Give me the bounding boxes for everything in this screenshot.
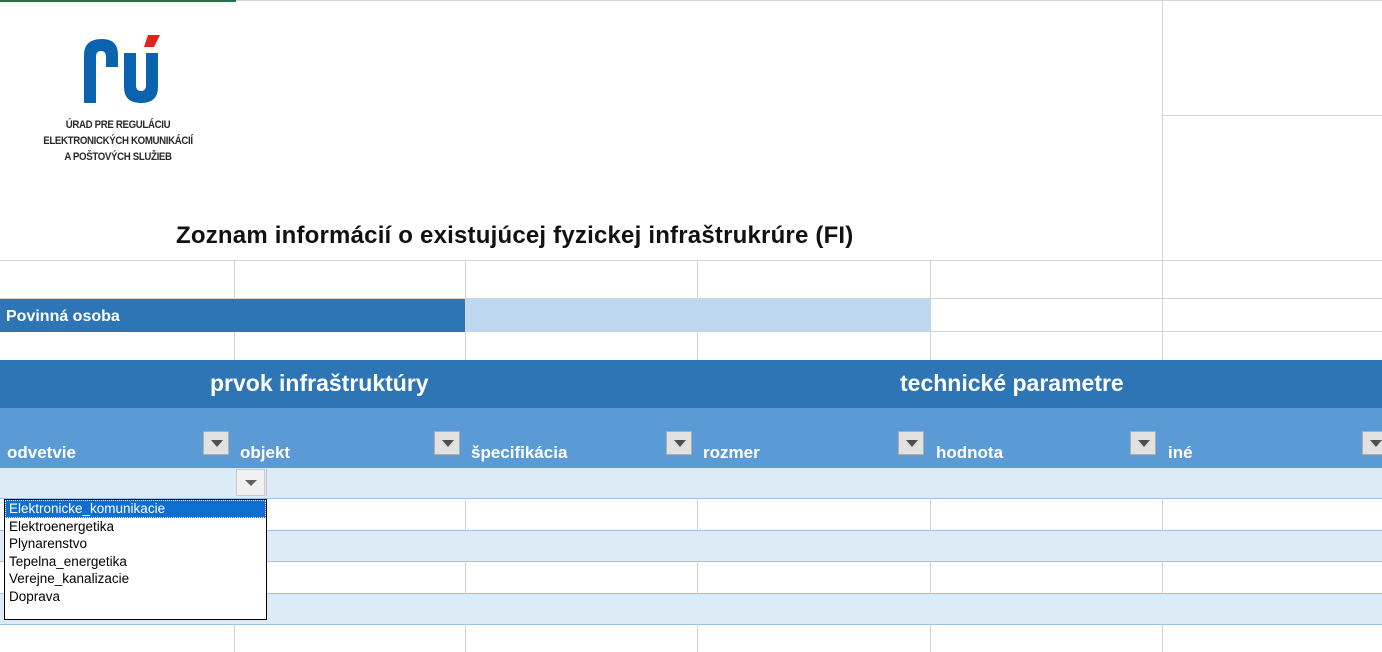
org-name-line: ELEKTRONICKÝCH KOMUNIKÁCIÍ bbox=[43, 135, 193, 147]
dropdown-option[interactable]: Doprava bbox=[5, 588, 266, 606]
grid-top-border bbox=[236, 0, 1382, 1]
dropdown-option[interactable]: Verejne_kanalizacie bbox=[5, 570, 266, 588]
section-label-technical: technické parametre bbox=[900, 370, 1124, 396]
column-header-specifikacia: špecifikácia bbox=[471, 443, 568, 462]
filter-dropdown-icon[interactable] bbox=[1362, 431, 1382, 455]
grid-vline bbox=[234, 624, 235, 652]
grid-hline bbox=[1162, 115, 1382, 116]
org-name-line: A POŠTOVÝCH SLUŽIEB bbox=[64, 151, 172, 163]
filter-dropdown-icon[interactable] bbox=[666, 431, 692, 455]
validation-dropdown-list[interactable]: Elektronicke_komunikacie Elektroenergeti… bbox=[4, 499, 267, 620]
filter-dropdown-icon[interactable] bbox=[898, 431, 924, 455]
dropdown-option[interactable]: Tepelna_energetika bbox=[5, 553, 266, 571]
sheet-title: Zoznam informácií o existujúcej fyzickej… bbox=[176, 222, 854, 249]
grid-vline bbox=[697, 624, 698, 652]
dropdown-option[interactable]: Elektroenergetika bbox=[5, 518, 266, 536]
grid-vline bbox=[465, 561, 466, 593]
section-label-infrastructure: prvok infraštruktúry bbox=[210, 370, 429, 396]
filter-dropdown-icon[interactable] bbox=[203, 431, 229, 455]
grid-vline bbox=[697, 498, 698, 530]
grid-hline bbox=[0, 260, 1382, 261]
column-header-objekt: objekt bbox=[240, 443, 291, 462]
filter-dropdown-icon[interactable] bbox=[1130, 431, 1156, 455]
grid-vline bbox=[697, 561, 698, 593]
povinna-osoba-input-cell[interactable] bbox=[466, 299, 931, 332]
grid-vline bbox=[465, 498, 466, 530]
grid-vline bbox=[930, 624, 931, 652]
org-name-line: ÚRAD PRE REGULÁCIU bbox=[65, 119, 171, 131]
filter-dropdown-icon[interactable] bbox=[434, 431, 460, 455]
excel-active-tab-accent bbox=[0, 0, 236, 2]
grid-vline bbox=[1162, 624, 1163, 652]
povinna-osoba-label: Povinná osoba bbox=[6, 308, 120, 325]
grid-vline bbox=[930, 498, 931, 530]
section-header-band bbox=[0, 360, 1382, 408]
validation-dropdown-button[interactable] bbox=[236, 469, 265, 496]
grid-vline bbox=[930, 561, 931, 593]
urad-logo bbox=[84, 35, 160, 103]
column-header-rozmer: rozmer bbox=[703, 443, 760, 462]
column-header-ine: iné bbox=[1168, 443, 1193, 462]
grid-vline bbox=[1162, 561, 1163, 593]
column-header-odvetvie: odvetvie bbox=[7, 443, 76, 462]
grid-vline bbox=[1162, 498, 1163, 530]
dropdown-option[interactable]: Elektronicke_komunikacie bbox=[5, 500, 266, 518]
selected-cell-odvetvie[interactable] bbox=[1, 469, 267, 496]
column-header-hodnota: hodnota bbox=[936, 443, 1004, 462]
grid-hline bbox=[0, 624, 1382, 625]
dropdown-option[interactable]: Plynarenstvo bbox=[5, 535, 266, 553]
grid-vline bbox=[1162, 0, 1163, 360]
grid-vline bbox=[465, 624, 466, 652]
